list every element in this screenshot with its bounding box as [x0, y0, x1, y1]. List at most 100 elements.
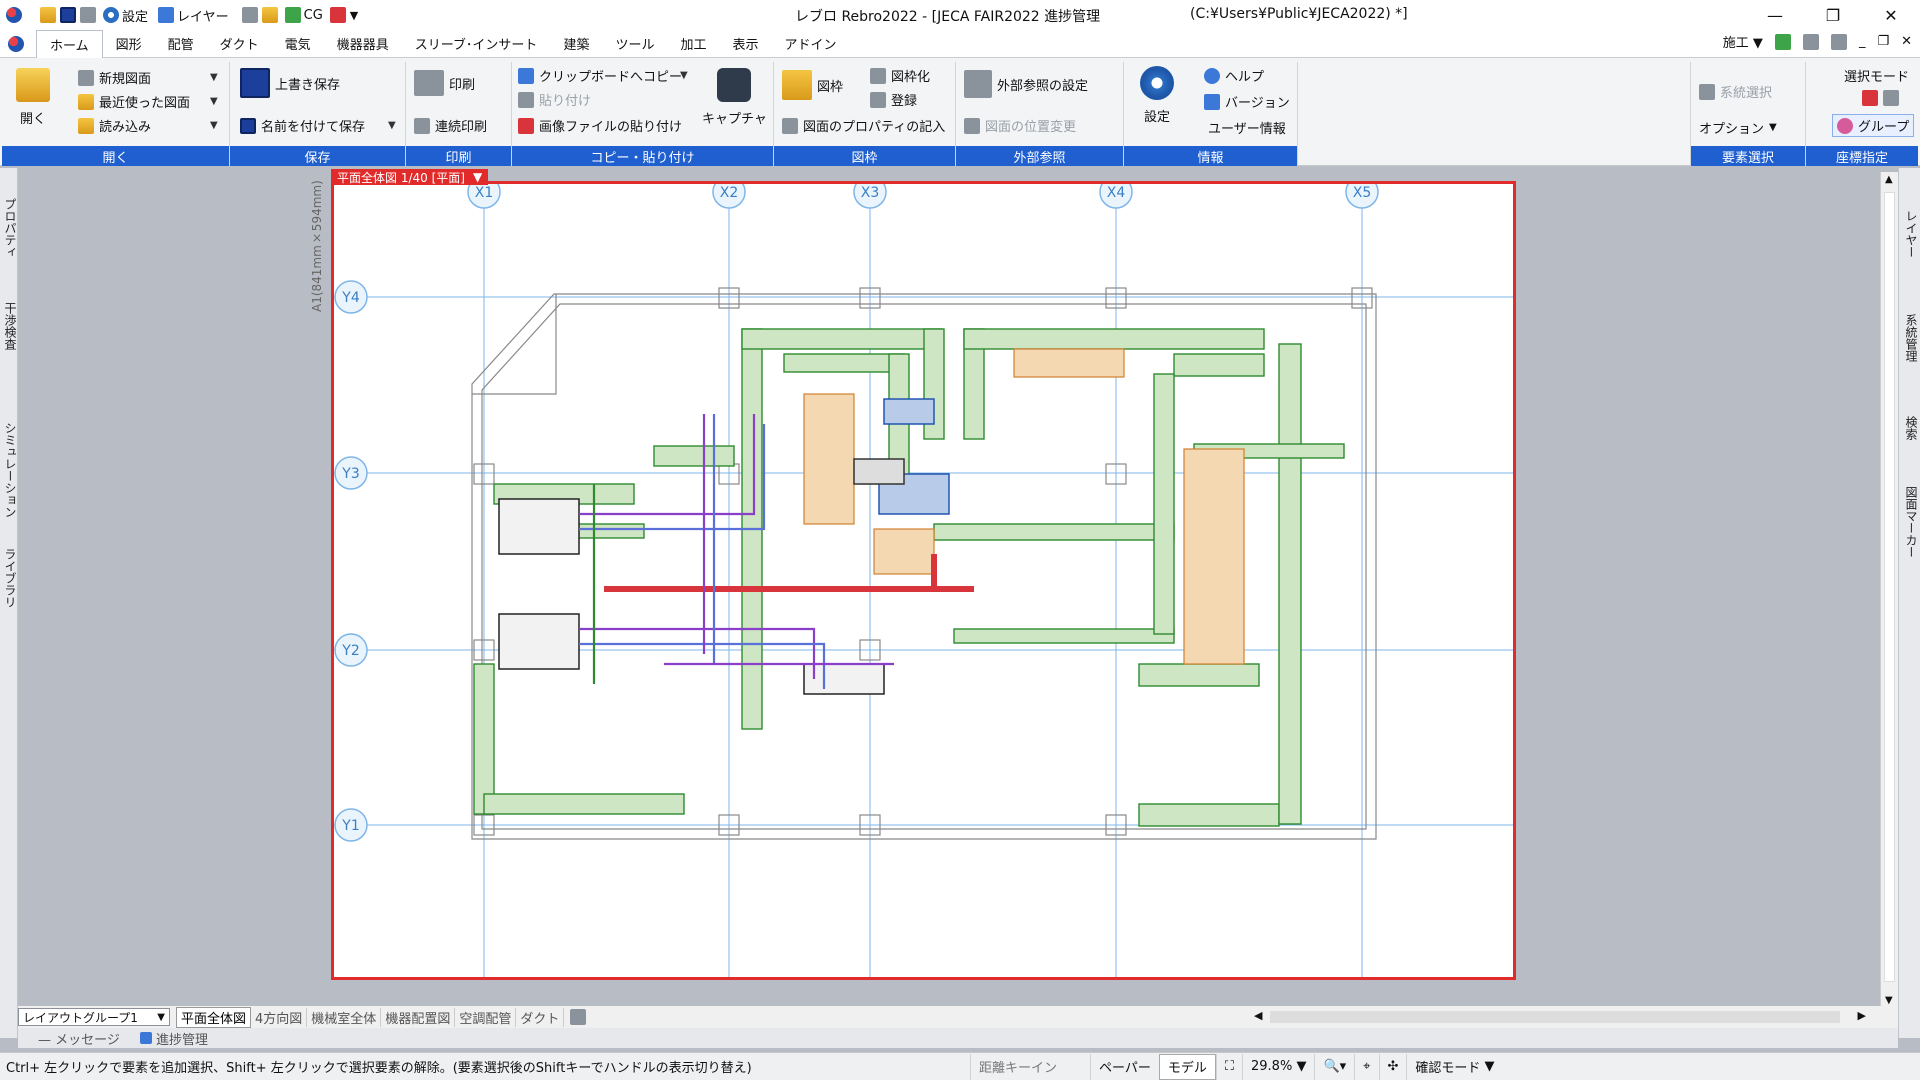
scroll-up-icon[interactable]: ▲ [1885, 174, 1893, 185]
minimize-icon[interactable]: — [1746, 0, 1804, 30]
add-layout-icon[interactable] [570, 1009, 587, 1025]
undo-icon[interactable] [1774, 33, 1791, 50]
zoom-level[interactable]: 29.8% ▼ [1242, 1053, 1314, 1080]
doc-minimize-icon[interactable]: _ [1859, 34, 1866, 49]
drawing-properties-button[interactable]: 図面のプロパティの記入 [782, 116, 945, 135]
tab-duct[interactable]: ダクト [207, 30, 272, 58]
tab-processing[interactable]: 加工 [667, 30, 719, 58]
tab-home[interactable]: ホーム [36, 30, 103, 58]
scroll-down-icon[interactable]: ▼ [1885, 995, 1893, 1006]
qat-layer-button[interactable]: レイヤー [155, 3, 232, 27]
layout-tab-hvac-pipe[interactable]: 空調配管 [455, 1007, 517, 1027]
fit-icon[interactable]: ⛶ [1215, 1053, 1242, 1080]
panel-tab-simulation[interactable]: シミュレーション [2, 422, 19, 518]
layout-tab-machine-room[interactable]: 機械室全体 [307, 1007, 382, 1027]
add-select-button[interactable] [1862, 90, 1899, 106]
layout-tab-4dir[interactable]: 4方向図 [251, 1007, 308, 1027]
qat-dropdown-icon[interactable]: ▼ [350, 9, 358, 22]
frameize-button[interactable]: 図枠化 [870, 66, 930, 85]
doc-restore-icon[interactable]: ❐ [1877, 34, 1889, 49]
distance-keyin[interactable]: 距離キーイン [970, 1053, 1090, 1080]
confirm-mode-button[interactable]: 確認モード ▼ [1406, 1053, 1502, 1080]
qat-settings-button[interactable]: 設定 [100, 3, 151, 27]
new-dropdown-icon[interactable]: ▼ [210, 72, 218, 83]
continuous-print-button[interactable]: 連続印刷 [414, 116, 487, 135]
vertical-scrollbar[interactable]: ▲ ▼ [1880, 172, 1898, 1008]
doc-close-icon[interactable]: ✕ [1901, 34, 1912, 49]
close-icon[interactable]: ✕ [1862, 0, 1920, 30]
progress-tab[interactable]: 進捗管理 [139, 1029, 208, 1048]
save-icon[interactable] [60, 7, 76, 23]
system-select-button[interactable]: 系統選択 [1699, 82, 1772, 101]
tab-piping[interactable]: 配管 [155, 30, 207, 58]
window-icon[interactable] [1830, 33, 1847, 50]
sheet-tag-dropdown-icon[interactable]: ▼ [473, 170, 482, 184]
option-button[interactable]: オプション ▼ [1699, 118, 1777, 137]
user-info-button[interactable]: ユーザー情報 [1208, 118, 1286, 137]
xref-settings-button[interactable]: 外部参照の設定 [964, 70, 1088, 98]
app-logo-icon[interactable] [6, 7, 22, 23]
layout-tab-duct[interactable]: ダクト [516, 1007, 565, 1027]
recent-dropdown-icon[interactable]: ▼ [210, 96, 218, 107]
tab-architecture[interactable]: 建築 [550, 30, 602, 58]
tab-view[interactable]: 表示 [719, 30, 771, 58]
paste-button[interactable]: 貼り付け [518, 90, 591, 109]
tab-shapes[interactable]: 図形 [103, 30, 155, 58]
tab-sleeve[interactable]: スリーブ･インサート [402, 30, 551, 58]
snap-icon[interactable]: ⌖ [1354, 1053, 1378, 1080]
restore-icon[interactable]: ❐ [1804, 0, 1862, 30]
panel-tab-marker[interactable]: 図面マーカー [1903, 486, 1920, 558]
paste-image-button[interactable]: 画像ファイルの貼り付け [518, 116, 682, 135]
panel-tab-search[interactable]: 検索 [1903, 416, 1920, 440]
sheet-tag[interactable]: 平面全体図 1/40 [平面] ▼ [331, 169, 489, 185]
horizontal-scroll-thumb[interactable] [1270, 1011, 1840, 1023]
print-icon[interactable] [80, 7, 96, 23]
panel-tab-library[interactable]: ライブラリ [2, 548, 19, 608]
paper-mode-button[interactable]: ペーパー [1090, 1053, 1159, 1080]
layout-tab-equipment[interactable]: 機器配置図 [381, 1007, 456, 1027]
panel-tab-system[interactable]: 系統管理 [1903, 314, 1920, 362]
load-button[interactable]: 読み込み [78, 116, 151, 135]
register-button[interactable]: 登録 [870, 90, 917, 109]
redo-icon[interactable] [1802, 33, 1819, 50]
group-button[interactable]: グループ [1832, 114, 1915, 137]
load-dropdown-icon[interactable]: ▼ [210, 120, 218, 131]
help-button[interactable]: ヘルプ [1204, 66, 1264, 85]
vertical-scroll-thumb[interactable] [1884, 192, 1895, 982]
message-tab[interactable]: — メッセージ [38, 1029, 120, 1048]
layout-group-select[interactable]: レイアウトグループ1 ▼ [18, 1008, 170, 1026]
layout-tab-plan[interactable]: 平面全体図 [176, 1006, 252, 1028]
tab-electric[interactable]: 電気 [272, 30, 324, 58]
plan-drawing[interactable]: X1 X2 X3 X4 X5 Y4 Y3 Y2 Y1 [334, 175, 1513, 977]
save-as-button[interactable]: 名前を付けて保存 [240, 116, 365, 135]
clipboard-dropdown-icon[interactable]: ▼ [680, 70, 688, 81]
folder-icon[interactable] [261, 7, 278, 23]
select-mode-button[interactable]: 選択モード [1844, 66, 1909, 85]
clipboard-copy-button[interactable]: クリップボードへコピー [518, 66, 682, 85]
settings-button[interactable]: 設定 [1140, 66, 1174, 125]
grid-snap-icon[interactable]: ✣ [1378, 1053, 1407, 1080]
mode-dropdown[interactable]: 施工 ▼ [1723, 32, 1763, 51]
print-button[interactable]: 印刷 [414, 70, 475, 96]
panel-tab-layer[interactable]: レイヤー [1903, 210, 1920, 258]
save-as-dropdown-icon[interactable]: ▼ [388, 120, 396, 131]
qat-cg-button[interactable]: CG [282, 3, 326, 27]
tab-addin[interactable]: アドイン [772, 30, 850, 58]
overwrite-save-button[interactable]: 上書き保存 [240, 68, 340, 98]
scroll-right-icon[interactable]: ▶ [1858, 1009, 1866, 1022]
horizontal-scrollbar[interactable]: ◀ ▶ [1250, 1008, 1870, 1026]
panel-tab-properties[interactable]: プロパティ [2, 198, 19, 258]
drawing-sheet[interactable]: X1 X2 X3 X4 X5 Y4 Y3 Y2 Y1 [331, 175, 1516, 980]
zoom-icon[interactable]: 🔍▾ [1314, 1053, 1354, 1080]
tab-equipment[interactable]: 機器器具 [324, 30, 402, 58]
tab-tools[interactable]: ツール [602, 30, 667, 58]
model-mode-button[interactable]: モデル [1158, 1053, 1216, 1080]
recent-drawings-button[interactable]: 最近使った図面 [78, 92, 190, 111]
panel-tab-interference[interactable]: 干渉検査 [2, 302, 19, 350]
frame-button[interactable]: 図枠 [782, 70, 843, 100]
menu-logo-icon[interactable] [8, 35, 24, 52]
ruler-icon[interactable] [241, 7, 258, 23]
new-drawing-button[interactable]: 新規図面 [78, 68, 151, 87]
scroll-left-icon[interactable]: ◀ [1254, 1009, 1262, 1022]
version-button[interactable]: バージョン [1204, 92, 1290, 111]
